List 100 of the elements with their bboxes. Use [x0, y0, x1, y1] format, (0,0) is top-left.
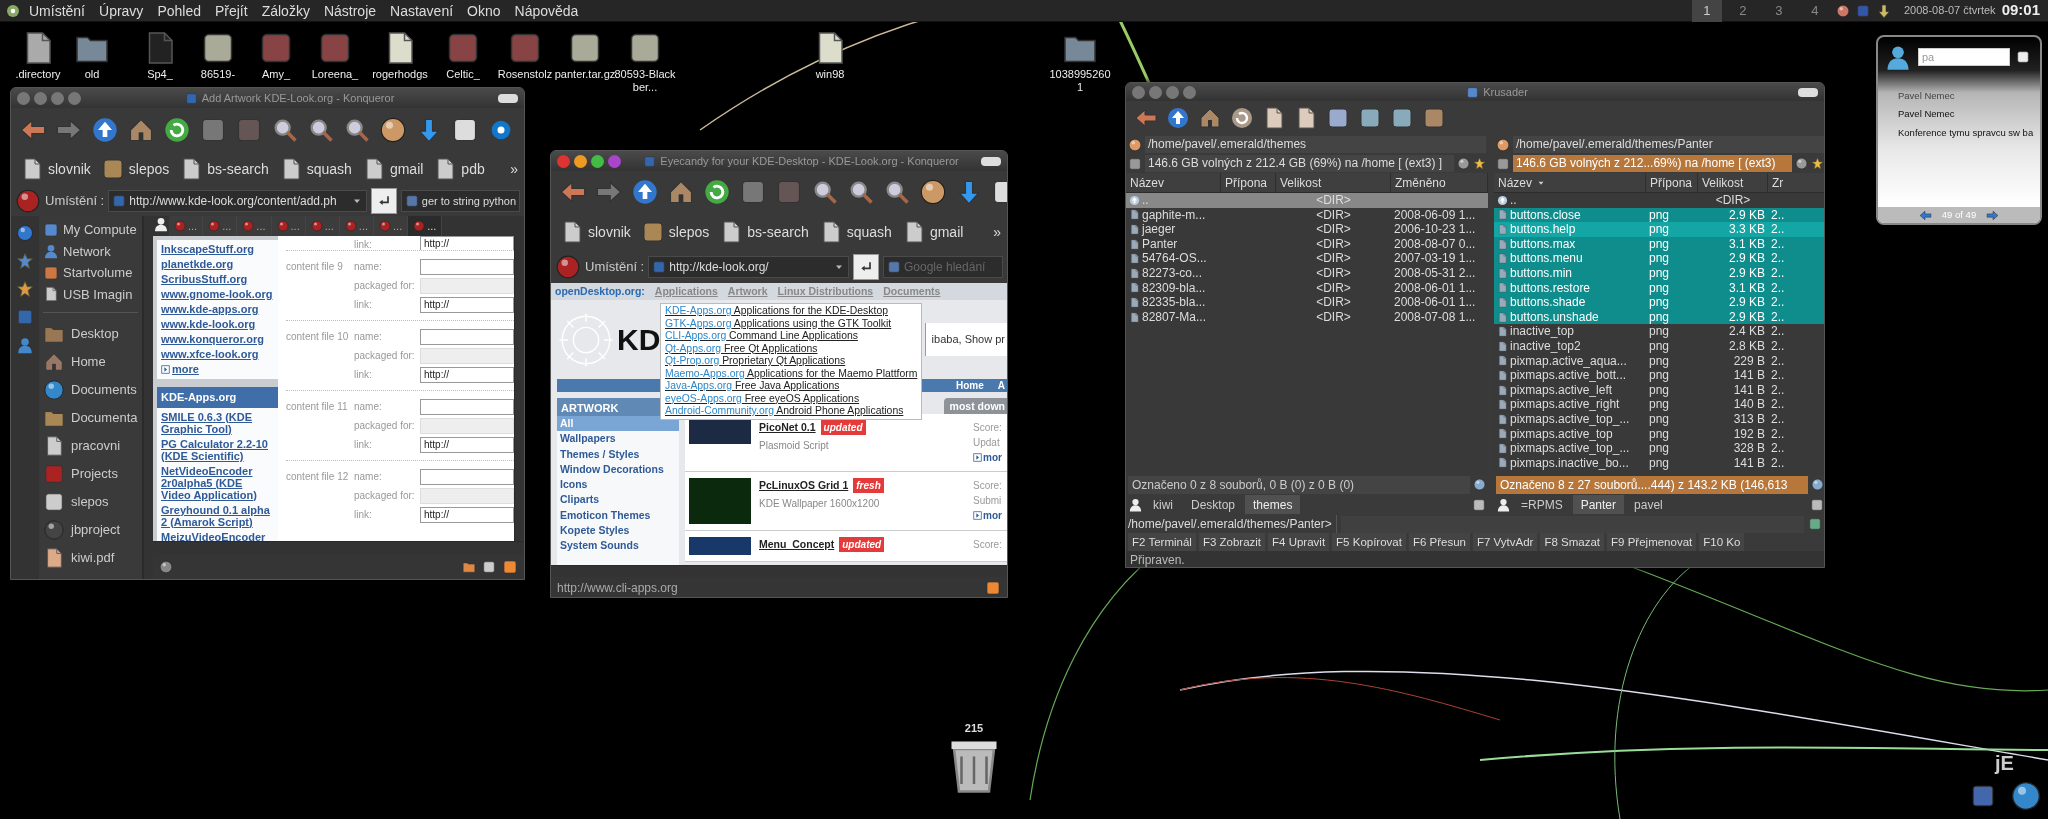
sidebar-item[interactable]: Documents — [41, 377, 140, 403]
menu-item[interactable]: Úpravy — [92, 0, 151, 21]
reload-icon[interactable] — [703, 178, 731, 206]
text-field[interactable] — [420, 398, 514, 415]
window-menu-button[interactable] — [498, 93, 518, 103]
file-row[interactable]: inactive_top png 2.4 KB 2.. — [1494, 324, 1824, 339]
desktop-pager-button[interactable]: 1 — [1691, 0, 1722, 22]
window-control-button[interactable] — [1166, 85, 1179, 99]
browser-tab[interactable]: ... — [305, 216, 340, 236]
file-row[interactable]: Panter <DIR> 2008-08-07 0... — [1126, 236, 1488, 252]
reload-icon[interactable] — [163, 116, 191, 144]
contact-result[interactable]: Konference tymu spravcu sw ba — [1898, 125, 2040, 140]
sidebar-item[interactable]: pracovni — [41, 433, 140, 459]
bookmark-button[interactable]: gmail — [898, 220, 967, 244]
go-button[interactable] — [370, 188, 397, 214]
function-key-button[interactable]: F2 Terminál — [1128, 533, 1196, 551]
sidebar-star-icon[interactable] — [16, 280, 34, 298]
dropdown-item[interactable]: Android-Community.org Android Phone Applications — [665, 405, 918, 418]
site-link[interactable]: www.konqueror.org — [161, 332, 274, 347]
entry-title[interactable]: PicoNet 0.1 — [759, 420, 816, 436]
select-field[interactable] — [420, 277, 514, 294]
bookmark-button[interactable]: squash — [815, 220, 895, 244]
dropdown-item[interactable]: Qt-Apps.org Free Qt Applications — [665, 342, 918, 355]
function-key-button[interactable]: F6 Přesun — [1408, 533, 1470, 551]
category-link[interactable]: Cliparts — [557, 492, 679, 508]
file-row[interactable]: buttons.close png 2.9 KB 2.. — [1494, 207, 1824, 223]
previous-icon[interactable] — [1918, 208, 1932, 222]
site-link[interactable]: www.gnome-look.org — [161, 287, 274, 302]
new-tab-icon[interactable] — [153, 216, 169, 232]
bookmark-star-icon[interactable] — [1811, 157, 1824, 170]
folder-icon[interactable] — [462, 560, 476, 574]
dropdown-item[interactable]: Java-Apps.org Free Java Applications — [665, 380, 918, 393]
file-row[interactable]: gaphite-m... <DIR> 2008-06-09 1... — [1126, 207, 1488, 223]
contact-result[interactable]: Pavel Nemec — [1898, 107, 2040, 122]
dropdown-item[interactable]: Maemo-Apps.org Applications for the Maemo Plattform — [665, 367, 918, 380]
url-field[interactable]: http://www.kde-look.org/content/add.ph — [108, 190, 367, 212]
browser-tab[interactable]: ... — [339, 216, 375, 236]
bookmark-button[interactable]: slovnik — [17, 157, 94, 181]
more-link[interactable]: more — [172, 362, 199, 377]
site-link[interactable]: www.xfce-look.org — [161, 347, 274, 362]
file-row[interactable]: inactive_top2 png 2.8 KB 2.. — [1494, 338, 1824, 354]
sidebar-item[interactable]: Startvolume — [41, 263, 140, 283]
window-control-button[interactable] — [17, 91, 30, 105]
app-link[interactable]: SMILE 0.6.3 (KDE Graphic Tool) — [161, 410, 274, 435]
menu-item[interactable]: Přejít — [207, 0, 255, 21]
thumbnail-placeholder[interactable] — [689, 420, 751, 444]
category-link[interactable]: Wallpapers — [557, 431, 679, 447]
path-field[interactable]: /home/pavel/.emerald/themes/Panter — [1513, 136, 1824, 153]
window-control-button[interactable] — [1149, 85, 1162, 99]
dropdown-item[interactable]: eyeOS-Apps.org Free eyeOS Applications — [665, 392, 918, 405]
file-row[interactable]: .. <DIR> — [1494, 193, 1824, 208]
category-link[interactable]: Emoticon Themes — [557, 507, 679, 524]
menu-item[interactable]: Záložky — [254, 0, 317, 21]
sidebar-item[interactable]: My Compute — [41, 220, 140, 240]
browser-tab[interactable]: ... — [237, 216, 272, 236]
go-button[interactable] — [853, 254, 879, 280]
sidebar-item[interactable]: Network — [41, 241, 140, 261]
sidebar-item[interactable]: Projects — [41, 461, 140, 487]
scrollbar[interactable] — [143, 216, 153, 579]
app-link[interactable]: NetVideoEncoder 2r0alpha5 (KDE Video Application) — [161, 464, 274, 501]
menu-item[interactable]: Pohled — [150, 0, 208, 21]
app-link[interactable]: Greyhound 0.1 alpha 2 (Amarok Script) — [161, 503, 274, 528]
select-field[interactable] — [420, 347, 514, 364]
function-key-button[interactable]: F4 Upravit — [1268, 533, 1330, 551]
window-control-button[interactable] — [51, 91, 64, 105]
globe-icon[interactable] — [1473, 478, 1486, 491]
text-field[interactable] — [420, 468, 514, 485]
category-link[interactable]: Icons — [557, 477, 679, 493]
thumbnail-placeholder[interactable] — [689, 537, 751, 555]
globe-icon[interactable] — [1811, 478, 1824, 491]
text-field[interactable]: http:// — [420, 436, 514, 453]
sidebar-item[interactable]: kiwi.pdf — [41, 545, 140, 571]
circle-icon[interactable] — [1795, 157, 1808, 170]
scrollbar[interactable] — [514, 236, 524, 541]
browser-tab[interactable]: ... — [408, 216, 443, 236]
select-field[interactable] — [420, 417, 514, 434]
dropdown-item[interactable]: KDE-Apps.org Applications for the KDE-Desktop — [665, 305, 918, 318]
function-key-button[interactable]: F9 Přejmenovat — [1607, 533, 1697, 551]
sidebar-person-icon[interactable] — [16, 336, 34, 354]
sidebar-item[interactable]: slepos — [41, 489, 140, 515]
file-row[interactable]: pixmaps.active_right png 140 B 2.. — [1494, 397, 1824, 412]
panel-tab[interactable]: themes — [1245, 495, 1301, 514]
file-row[interactable]: buttons.shade png 2.9 KB 2.. — [1494, 295, 1824, 310]
bookmark-button[interactable]: slepos — [97, 157, 173, 181]
window-control-button[interactable] — [557, 154, 570, 168]
brand-link[interactable]: openDesktop.org: — [555, 283, 645, 300]
menu-link[interactable]: A — [997, 379, 1005, 392]
category-link[interactable]: System Sounds — [557, 538, 679, 554]
bookmark-button[interactable]: bs-search — [176, 157, 272, 181]
window-menu-button[interactable] — [981, 156, 1001, 166]
file-label[interactable]: .directory — [5, 68, 71, 81]
window-control-button[interactable] — [608, 154, 621, 168]
site-link[interactable]: www.kde-look.org — [161, 317, 274, 332]
entry-title[interactable]: PcLinuxOS Grid 1 — [759, 478, 849, 494]
new-tab-icon[interactable] — [1496, 497, 1511, 512]
browser-tab[interactable]: ... — [374, 216, 409, 236]
reload-icon[interactable] — [1230, 106, 1254, 130]
file-label[interactable]: rogerhodgs — [367, 68, 433, 81]
desktop-pager-button[interactable]: 3 — [1763, 0, 1794, 22]
app-link[interactable]: MeizuVideoEncoder — [161, 530, 274, 541]
